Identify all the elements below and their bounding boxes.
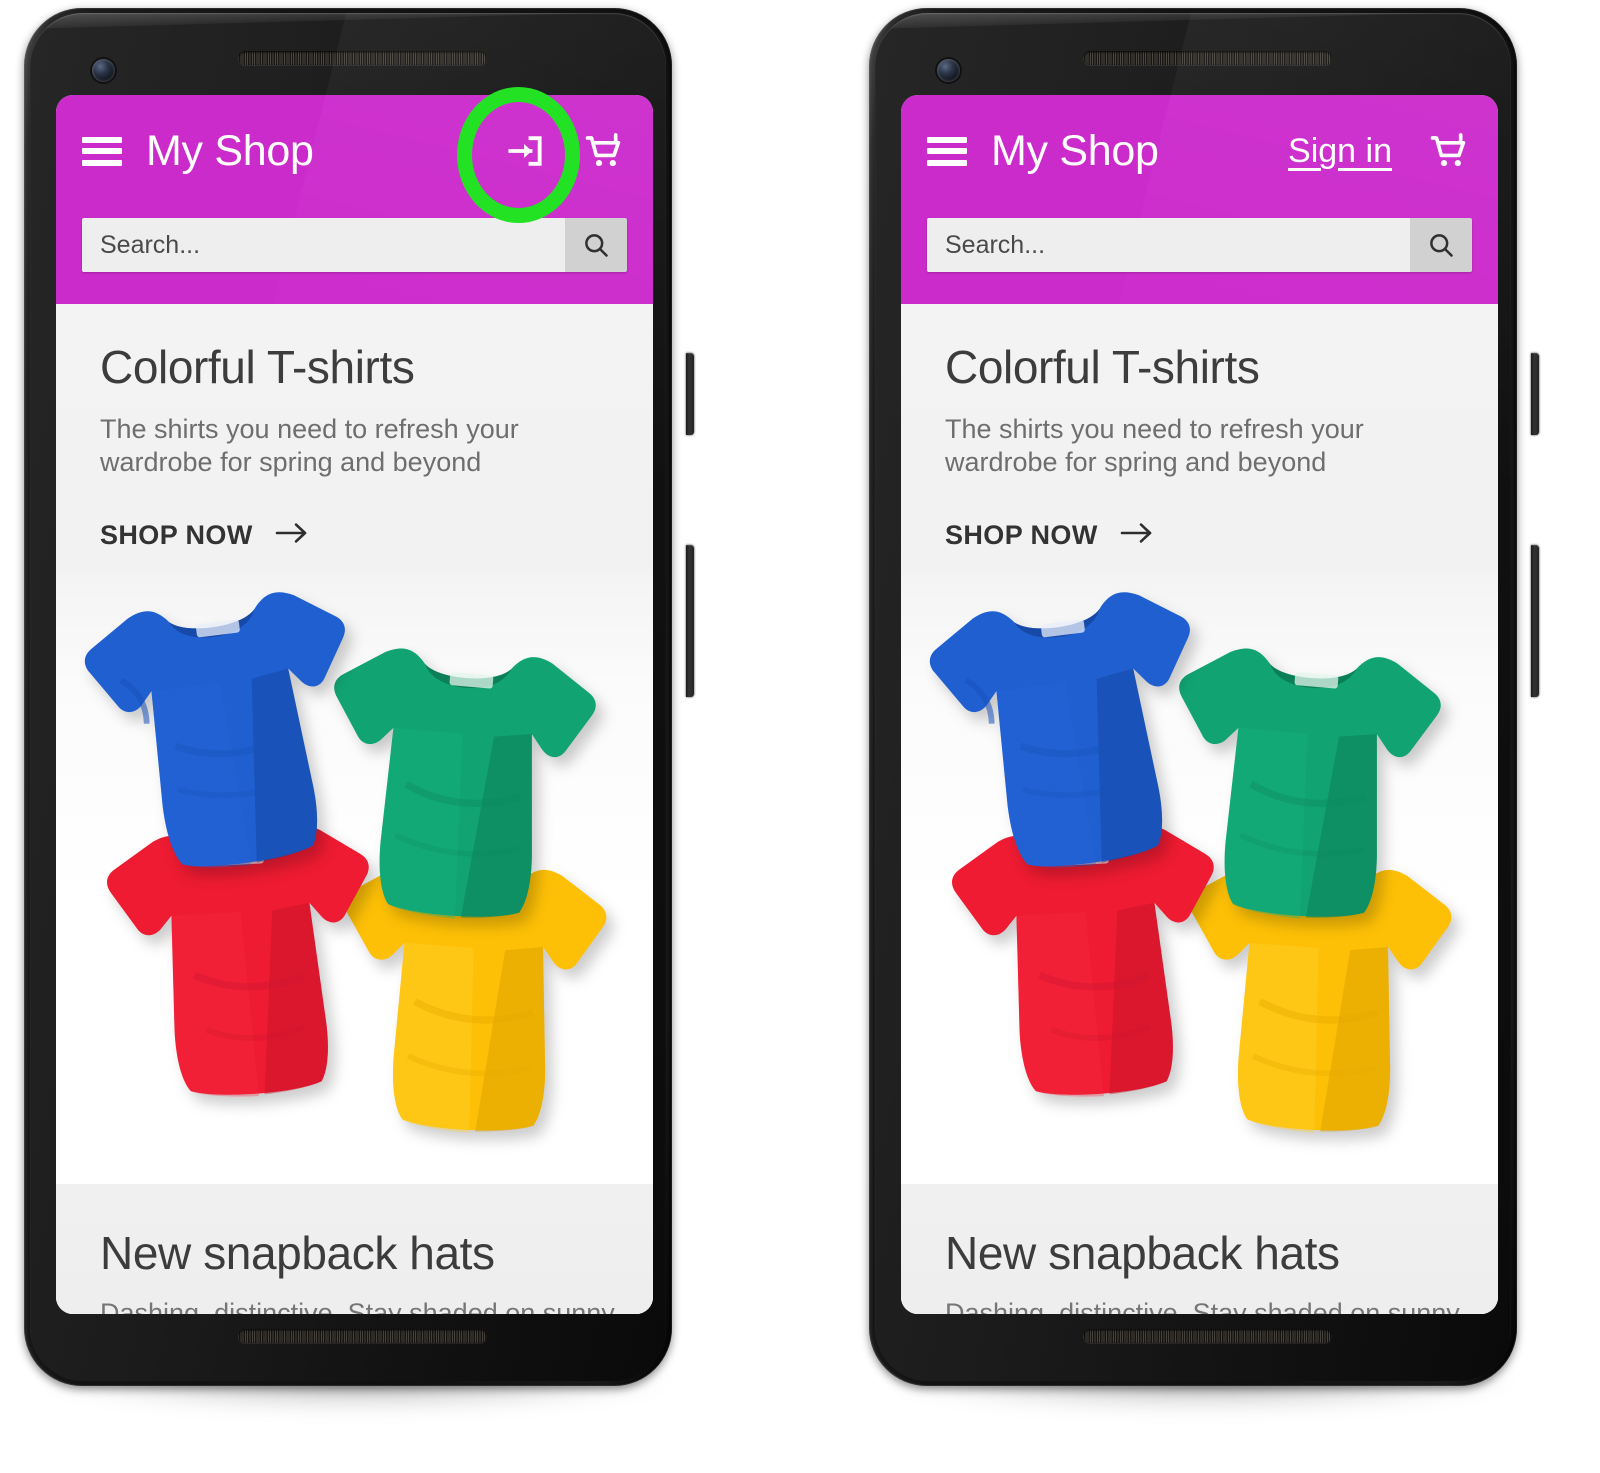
phone-screen-right: My Shop Sign in Search... Colorful T-shi… <box>901 95 1498 1314</box>
hero-subtitle: The shirts you need to refresh your ward… <box>100 413 519 478</box>
phone-device-left: My Shop Search... Colorful T-shirts The … <box>10 8 700 1428</box>
comparison-stage: My Shop Search... Colorful T-shirts The … <box>0 0 1600 1473</box>
search-input[interactable] <box>82 218 565 272</box>
power-button[interactable] <box>1531 353 1539 435</box>
tshirt-photo <box>56 575 653 1176</box>
search-magnifier-icon[interactable] <box>565 218 627 272</box>
device-front-glass: My Shop Sign in Search... Colorful T-shi… <box>875 13 1511 1381</box>
login-arrow-icon[interactable] <box>499 125 551 177</box>
hero-subtitle: The shirts you need to refresh your ward… <box>945 413 1364 478</box>
search-input[interactable] <box>927 218 1410 272</box>
front-camera-icon <box>937 59 960 82</box>
snapback-subtitle: Dashing, distinctive. Stay shaded on sun… <box>100 1297 615 1314</box>
volume-button[interactable] <box>1531 545 1539 697</box>
tshirt-photo <box>901 575 1498 1176</box>
hero-card-tshirts: Colorful T-shirts The shirts you need to… <box>56 304 653 1184</box>
earpiece-speaker <box>1083 51 1332 65</box>
search-bar[interactable] <box>82 218 627 272</box>
blue-tshirt <box>84 592 345 868</box>
app-bar: My Shop Sign in <box>901 95 1498 304</box>
glass-top-sheen <box>875 13 1511 29</box>
page-content: Colorful T-shirts The shirts you need to… <box>901 304 1498 1314</box>
search-bar[interactable] <box>927 218 1472 272</box>
device-front-glass: My Shop Search... Colorful T-shirts The … <box>30 13 666 1381</box>
app-title: My Shop <box>146 126 314 175</box>
app-bar: My Shop <box>56 95 653 304</box>
hero-card-snapback: New snapback hats Dashing, distinctive. … <box>56 1184 653 1314</box>
app-title: My Shop <box>991 126 1159 175</box>
phone-screen-left: My Shop Search... Colorful T-shirts The … <box>56 95 653 1314</box>
volume-button[interactable] <box>686 545 694 697</box>
shop-now-button[interactable]: SHOP NOW <box>56 520 653 551</box>
hero-card-tshirts: Colorful T-shirts The shirts you need to… <box>901 304 1498 1184</box>
power-button[interactable] <box>686 353 694 435</box>
sign-in-link[interactable]: Sign in <box>1288 134 1392 168</box>
shop-now-button[interactable]: SHOP NOW <box>901 520 1498 551</box>
bottom-speaker <box>1083 1329 1332 1343</box>
hero-card-snapback: New snapback hats Dashing, distinctive. … <box>901 1184 1498 1314</box>
arrow-right-icon <box>274 520 310 551</box>
snapback-title: New snapback hats <box>945 1227 1340 1279</box>
hamburger-menu-icon[interactable] <box>82 136 122 166</box>
glass-top-sheen <box>30 13 666 29</box>
page-content: Colorful T-shirts The shirts you need to… <box>56 304 653 1314</box>
hero-title: Colorful T-shirts <box>100 341 415 393</box>
earpiece-speaker <box>238 51 487 65</box>
shop-now-label: SHOP NOW <box>945 520 1098 551</box>
search-magnifier-icon[interactable] <box>1410 218 1472 272</box>
phone-device-right: My Shop Sign in Search... Colorful T-shi… <box>855 8 1545 1428</box>
hamburger-menu-icon[interactable] <box>927 136 967 166</box>
blue-tshirt <box>929 592 1190 868</box>
device-body: My Shop Sign in Search... Colorful T-shi… <box>869 8 1517 1386</box>
snapback-subtitle: Dashing, distinctive. Stay shaded on sun… <box>945 1297 1460 1314</box>
bottom-speaker <box>238 1329 487 1343</box>
device-body: My Shop Search... Colorful T-shirts The … <box>24 8 672 1386</box>
arrow-right-icon <box>1119 520 1155 551</box>
snapback-title: New snapback hats <box>100 1227 495 1279</box>
hero-title: Colorful T-shirts <box>945 341 1260 393</box>
shopping-cart-icon[interactable] <box>1422 124 1476 178</box>
front-camera-icon <box>92 59 115 82</box>
shopping-cart-icon[interactable] <box>577 124 631 178</box>
shop-now-label: SHOP NOW <box>100 520 253 551</box>
